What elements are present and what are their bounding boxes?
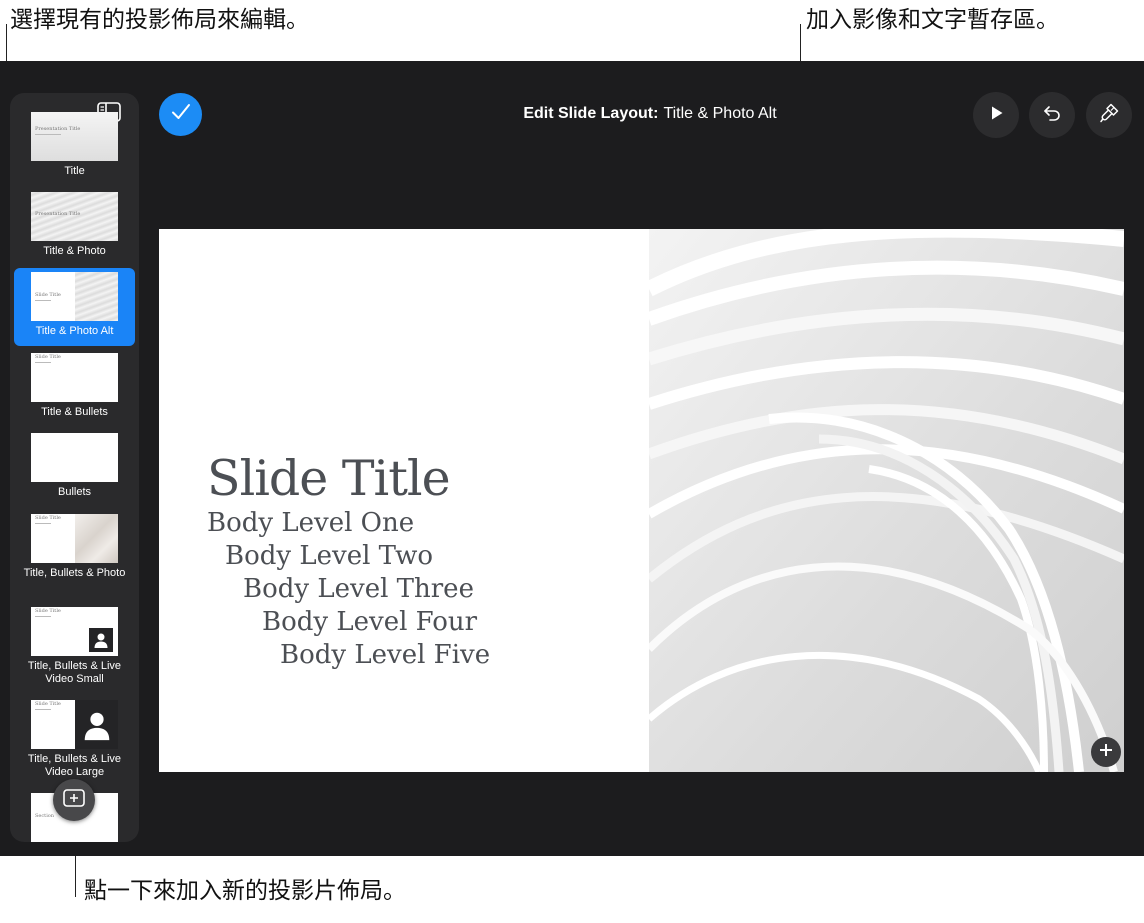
thumbnail-title: Slide Title bbox=[35, 292, 61, 298]
thumbnail-photo bbox=[75, 514, 118, 563]
toolbar-title-layout-name: Title & Photo Alt bbox=[663, 105, 777, 122]
layout-sidebar: Presentation Title Title Presentation Ti… bbox=[10, 93, 139, 842]
layout-label: Title bbox=[64, 165, 85, 177]
add-layout-button[interactable] bbox=[53, 779, 95, 821]
play-icon bbox=[987, 104, 1005, 127]
keynote-screen: Presentation Title Title Presentation Ti… bbox=[0, 61, 1144, 856]
toolbar-title: Edit Slide Layout: Title & Photo Alt bbox=[460, 104, 840, 124]
person-icon bbox=[94, 633, 108, 648]
thumbnail-title: Presentation Title bbox=[35, 211, 81, 217]
done-button[interactable] bbox=[159, 93, 202, 136]
layout-thumbnail: Slide Title bbox=[31, 607, 118, 656]
thumbnail-body-line bbox=[35, 362, 51, 363]
thumbnail-body-line bbox=[35, 523, 51, 524]
layout-item-title-bullets-live-video-small[interactable]: Slide Title Title, Bullets & Live Video … bbox=[14, 603, 135, 695]
callout-add-placeholder: 加入影像和文字暫存區。 bbox=[806, 7, 1059, 33]
layout-label: Bullets bbox=[57, 486, 92, 498]
layout-thumbnail: Slide Title bbox=[31, 353, 118, 402]
format-button[interactable] bbox=[1086, 92, 1132, 138]
paintbrush-icon bbox=[1098, 102, 1120, 129]
layout-label: Title, Bullets & Live Video Large bbox=[27, 753, 122, 778]
thumbnail-title: Slide Title bbox=[35, 515, 61, 521]
slide-title-placeholder[interactable]: Slide Title bbox=[207, 451, 647, 507]
thumbnail-title: Slide Title bbox=[35, 354, 61, 360]
slide-text-area: Slide Title Body Level One Body Level Tw… bbox=[207, 451, 647, 672]
layout-item-title-bullets[interactable]: Slide Title Title & Bullets bbox=[14, 349, 135, 427]
thumbnail-title: Section bbox=[35, 813, 55, 819]
thumbnail-body-line bbox=[35, 709, 51, 710]
layout-label: Title & Photo Alt bbox=[35, 325, 114, 337]
layout-label: Title & Photo bbox=[43, 245, 106, 257]
layout-item-bullets[interactable]: Bullets bbox=[14, 429, 135, 507]
layout-thumbnail: Presentation Title bbox=[31, 112, 118, 161]
thumbnail-title: Slide Title bbox=[35, 701, 61, 707]
abstract-wave-image bbox=[645, 229, 1124, 772]
layout-item-title-photo-alt[interactable]: Slide Title Title & Photo Alt bbox=[14, 268, 135, 346]
thumbnail-subtitle-line bbox=[35, 134, 61, 135]
toolbar-title-label: Edit Slide Layout: bbox=[523, 105, 659, 122]
add-slide-icon bbox=[63, 788, 85, 812]
add-placeholder-button[interactable] bbox=[1091, 737, 1121, 767]
layout-item-title[interactable]: Presentation Title Title bbox=[14, 108, 135, 186]
slide-body-level-three[interactable]: Body Level Three bbox=[207, 573, 647, 606]
slide-body-level-five[interactable]: Body Level Five bbox=[207, 639, 647, 672]
thumbnail-live-video bbox=[75, 700, 118, 749]
layout-thumbnail: Presentation Title bbox=[31, 192, 118, 241]
undo-button[interactable] bbox=[1029, 92, 1075, 138]
slide-body-level-four[interactable]: Body Level Four bbox=[207, 606, 647, 639]
layout-item-title-bullets-photo[interactable]: Slide Title Title, Bullets & Photo bbox=[14, 510, 135, 602]
thumbnail-title: Slide Title bbox=[35, 608, 61, 614]
thumbnail-title: Presentation Title bbox=[35, 126, 81, 132]
layout-item-title-bullets-live-video-large[interactable]: Slide Title Title, Bullets & Live Video … bbox=[14, 696, 135, 788]
checkmark-icon bbox=[170, 101, 192, 128]
layout-label: Title, Bullets & Live Video Small bbox=[27, 660, 122, 685]
layout-label: Title, Bullets & Photo bbox=[23, 567, 126, 579]
undo-icon bbox=[1042, 103, 1062, 128]
thumbnail-body-line bbox=[35, 616, 51, 617]
callout-select-layout: 選擇現有的投影佈局來編輯。 bbox=[10, 7, 309, 33]
layout-item-title-photo[interactable]: Presentation Title Title & Photo bbox=[14, 188, 135, 266]
layout-label: Title & Bullets bbox=[41, 406, 108, 418]
layout-thumbnail: Slide Title bbox=[31, 272, 118, 321]
play-button[interactable] bbox=[973, 92, 1019, 138]
person-icon bbox=[84, 712, 109, 740]
slide-body-level-two[interactable]: Body Level Two bbox=[207, 540, 647, 573]
layout-thumbnail bbox=[31, 433, 118, 482]
thumbnail-photo bbox=[75, 272, 118, 321]
slide-body-level-one[interactable]: Body Level One bbox=[207, 507, 647, 540]
layout-thumbnail: Slide Title bbox=[31, 700, 118, 749]
photo-placeholder[interactable] bbox=[645, 229, 1124, 772]
slide-canvas[interactable]: Slide Title Body Level One Body Level Tw… bbox=[159, 229, 1124, 772]
layout-thumbnail: Slide Title bbox=[31, 514, 118, 563]
plus-icon bbox=[1098, 742, 1114, 763]
thumbnail-body-line bbox=[35, 300, 51, 301]
thumbnail-live-video bbox=[89, 628, 113, 652]
callout-add-layout: 點一下來加入新的投影片佈局。 bbox=[84, 878, 406, 904]
